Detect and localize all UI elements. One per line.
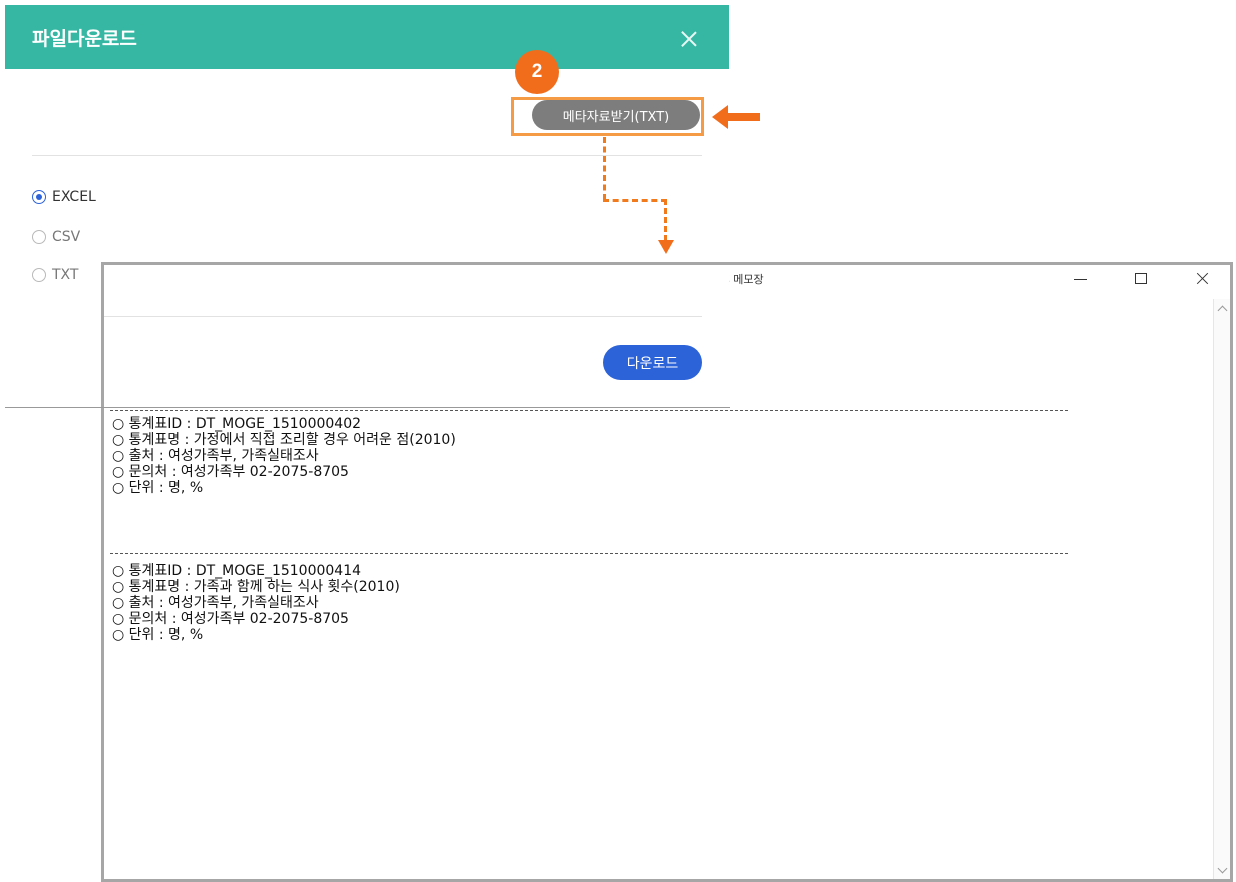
format-label: CSV bbox=[52, 229, 81, 245]
radio-unchecked-icon[interactable] bbox=[32, 268, 46, 282]
meta-line: ○ 단위 : 명, % bbox=[112, 627, 204, 643]
meta-line: ○ 통계표명 : 가정에서 직접 조리할 경우 어려운 점(2010) bbox=[112, 432, 456, 448]
meta-line: ○ 통계표명 : 가족과 함께 하는 식사 횟수(2010) bbox=[112, 579, 400, 595]
maximize-icon[interactable] bbox=[1131, 269, 1151, 289]
close-window-icon[interactable] bbox=[1193, 269, 1213, 289]
divider bbox=[32, 155, 702, 156]
metadata-block: ○ 통계표ID : DT_MOGE_1510000414 ○ 통계표명 : 가족… bbox=[112, 563, 400, 643]
dashed-connector bbox=[603, 199, 667, 202]
scroll-up-icon[interactable] bbox=[1218, 305, 1226, 313]
dialog-title: 파일다운로드 bbox=[32, 28, 137, 50]
meta-line: ○ 출처 : 여성가족부, 가족실태조사 bbox=[112, 448, 319, 464]
arrow-down-icon bbox=[658, 240, 674, 254]
dialog-header: 파일다운로드 bbox=[5, 5, 729, 69]
step-badge: 2 bbox=[515, 50, 559, 94]
dialog-bottom-border bbox=[5, 407, 730, 408]
meta-line: ○ 출처 : 여성가족부, 가족실태조사 bbox=[112, 595, 319, 611]
separator-line bbox=[110, 553, 1068, 554]
meta-line: ○ 문의처 : 여성가족부 02-2075-8705 bbox=[112, 464, 349, 480]
close-icon[interactable] bbox=[681, 31, 697, 47]
meta-line: ○ 통계표ID : DT_MOGE_1510000402 bbox=[112, 416, 362, 432]
divider bbox=[104, 316, 702, 317]
meta-line: ○ 단위 : 명, % bbox=[112, 480, 204, 496]
format-option-txt[interactable]: TXT bbox=[32, 267, 78, 283]
format-label: EXCEL bbox=[52, 189, 96, 205]
format-option-excel[interactable]: EXCEL bbox=[32, 189, 96, 205]
format-option-csv[interactable]: CSV bbox=[32, 229, 80, 245]
minimize-icon[interactable] bbox=[1071, 269, 1091, 289]
highlight-box bbox=[511, 97, 704, 136]
radio-unchecked-icon[interactable] bbox=[32, 230, 46, 244]
radio-checked-icon[interactable] bbox=[32, 190, 46, 204]
dashed-connector bbox=[603, 137, 606, 200]
download-button[interactable]: 다운로드 bbox=[603, 345, 702, 380]
metadata-block: ○ 통계표ID : DT_MOGE_1510000402 ○ 통계표명 : 가정… bbox=[112, 416, 456, 496]
meta-line: ○ 통계표ID : DT_MOGE_1510000414 bbox=[112, 563, 362, 579]
arrow-left-icon bbox=[712, 105, 760, 129]
scroll-down-icon[interactable] bbox=[1218, 867, 1226, 875]
separator-line bbox=[110, 410, 1068, 411]
dashed-connector bbox=[664, 199, 667, 241]
vertical-scrollbar[interactable] bbox=[1213, 299, 1230, 879]
notepad-title: s 메모장 bbox=[724, 273, 764, 286]
dialog-body-overlay bbox=[104, 265, 729, 407]
meta-line: ○ 문의처 : 여성가족부 02-2075-8705 bbox=[112, 611, 349, 627]
format-label: TXT bbox=[52, 267, 79, 283]
